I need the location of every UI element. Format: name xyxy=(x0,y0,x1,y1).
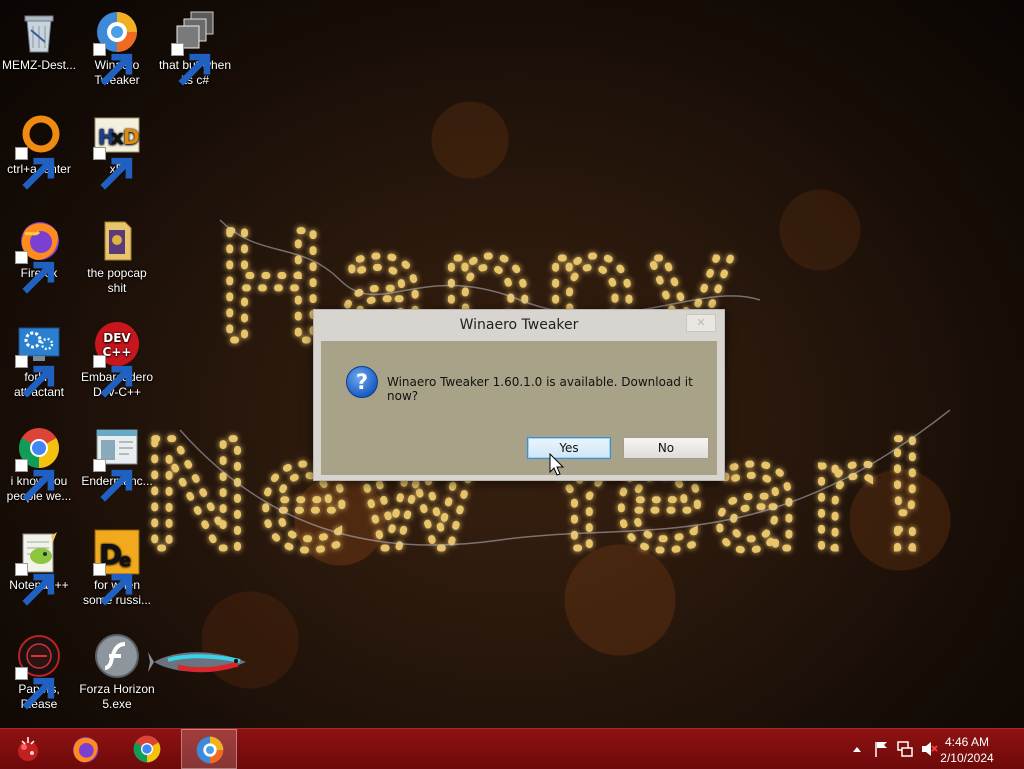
shortcut-arrow-icon xyxy=(93,147,133,190)
shortcut-arrow-icon xyxy=(15,459,55,502)
icon-label: the popcap shit xyxy=(87,266,147,295)
dialog-close-button[interactable]: ✕ xyxy=(686,314,716,332)
yes-button[interactable]: Yes xyxy=(527,437,611,459)
svg-text:DEV: DEV xyxy=(103,331,131,345)
dialog-message: Winaero Tweaker 1.60.1.0 is available. D… xyxy=(387,375,693,403)
clock-date: 2/10/2024 xyxy=(940,751,994,765)
chrome-icon xyxy=(133,735,161,763)
desktop-icon-chrome[interactable]: i know you people we... xyxy=(0,420,78,504)
svg-text:D: D xyxy=(123,125,140,149)
desktop-icon-notepadpp[interactable]: Notepad++ xyxy=(0,524,78,606)
desktop-icon-popcap-folder[interactable]: the popcap shit xyxy=(78,212,156,296)
winaero-tweaker-icon xyxy=(196,736,224,764)
shortcut-arrow-icon xyxy=(93,355,133,398)
dialog-title: Winaero Tweaker xyxy=(459,317,579,333)
shortcut-arrow-icon xyxy=(15,355,55,398)
desktop-icon-winaero-tweaker[interactable]: Winaero Tweaker xyxy=(78,4,156,88)
flag-icon[interactable] xyxy=(872,729,890,769)
start-orb-icon xyxy=(18,737,38,761)
firefox-icon xyxy=(73,737,99,763)
desktop: Happy New Year! MEMZ-Dest... ctrl+a, ent… xyxy=(0,0,1024,728)
shortcut-arrow-icon xyxy=(15,563,55,606)
taskbar-chrome[interactable] xyxy=(119,729,175,769)
no-button[interactable]: No xyxy=(623,437,709,459)
shortcut-arrow-icon xyxy=(15,667,55,710)
question-icon: ? xyxy=(346,366,378,398)
flash-player-icon xyxy=(95,634,139,678)
icon-label: Forza Horizon 5.exe xyxy=(79,682,155,711)
taskbar-winaero-tweaker[interactable] xyxy=(181,729,237,769)
desktop-icon-russian-app[interactable]: D e for when some russi... xyxy=(78,524,156,608)
shortcut-arrow-icon xyxy=(171,43,211,86)
taskbar: 4:46 AM 2/10/2024 xyxy=(0,728,1024,769)
chevron-up-icon[interactable] xyxy=(850,729,864,769)
desktop-icon-ctrl-a-enter[interactable]: ctrl+a, enter xyxy=(0,108,78,190)
desktop-icon-that-but-csharp[interactable]: that but when its c# xyxy=(156,4,234,88)
fish-desktop-pet[interactable] xyxy=(148,640,252,688)
desktop-icon-endermanch[interactable]: Endermanc... xyxy=(78,420,156,502)
desktop-icon-firefox[interactable]: Firefox xyxy=(0,212,78,294)
recycle-bin-icon xyxy=(24,15,54,53)
mouse-cursor-icon xyxy=(549,453,565,476)
desktop-icon-forza-horizon[interactable]: Forza Horizon 5.exe xyxy=(78,628,156,712)
desktop-icon-xd[interactable]: H x D xD xyxy=(78,108,156,190)
icon-label: MEMZ-Dest... xyxy=(2,58,76,72)
update-dialog: Winaero Tweaker ✕ ? Winaero Tweaker 1.60… xyxy=(313,309,725,481)
shortcut-arrow-icon xyxy=(93,43,133,86)
shortcut-arrow-icon xyxy=(15,147,55,190)
shortcut-arrow-icon xyxy=(15,251,55,294)
desktop-icon-forkie-attractant[interactable]: forkie attractant xyxy=(0,316,78,400)
network-icon[interactable] xyxy=(896,729,914,769)
desktop-icon-papers-please[interactable]: Papers, Please xyxy=(0,628,78,712)
dialog-body: ? Winaero Tweaker 1.60.1.0 is available.… xyxy=(321,341,717,475)
shortcut-arrow-icon xyxy=(93,563,133,606)
desktop-icon-devcpp[interactable]: DEV C++ Embarcadero Dev-C++ xyxy=(78,316,156,400)
shortcut-arrow-icon xyxy=(93,459,133,502)
clock-time: 4:46 AM xyxy=(944,735,990,749)
desktop-icon-memz[interactable]: MEMZ-Dest... xyxy=(0,4,78,73)
taskbar-firefox[interactable] xyxy=(57,729,113,769)
start-button[interactable] xyxy=(0,729,56,769)
clock[interactable]: 4:46 AM 2/10/2024 xyxy=(932,734,1002,766)
folder-icon xyxy=(104,221,132,261)
